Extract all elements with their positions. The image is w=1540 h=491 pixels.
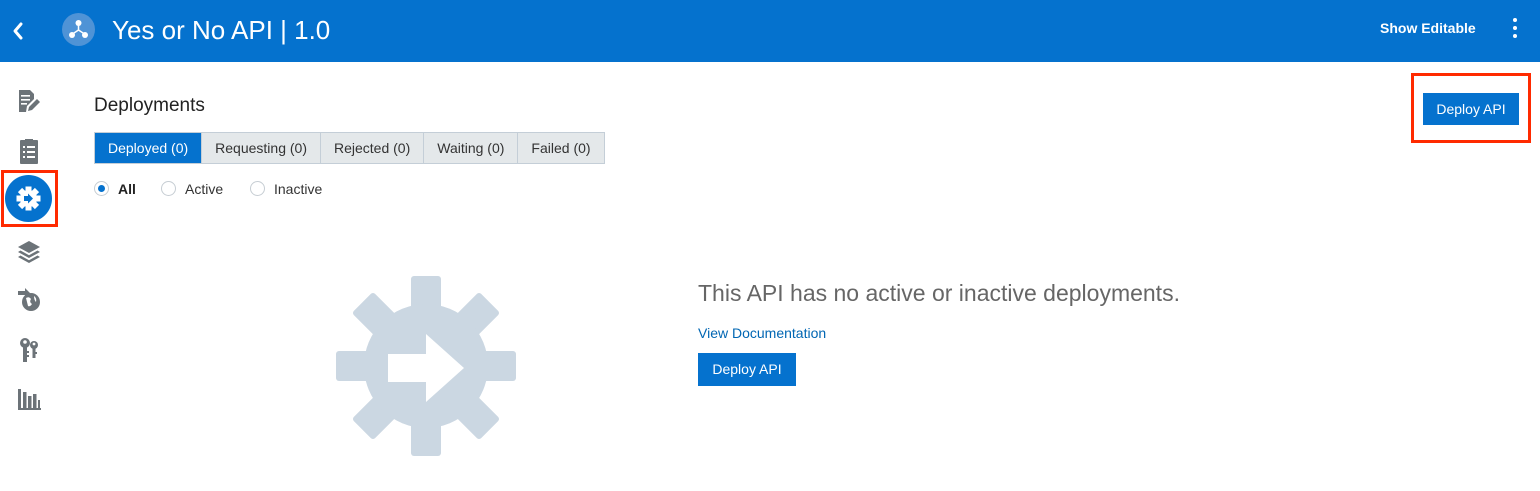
chevron-left-icon	[13, 22, 23, 40]
sidebar-item-publication[interactable]	[13, 283, 45, 315]
deploy-api-button[interactable]: Deploy API	[1423, 93, 1519, 125]
filter-active-label: Active	[185, 181, 224, 197]
filter-all-label: All	[118, 181, 136, 197]
tab-requesting[interactable]: Requesting (0)	[202, 133, 321, 163]
back-button[interactable]	[8, 18, 30, 44]
filter-inactive-radio[interactable]: Inactive	[250, 180, 330, 198]
filter-inactive-label: Inactive	[274, 181, 323, 197]
sidebar-item-layers[interactable]	[13, 235, 45, 267]
kebab-menu-icon	[1513, 18, 1517, 22]
api-title: Yes or No API | 1.0	[112, 15, 331, 45]
tab-deployed[interactable]: Deployed (0)	[95, 133, 203, 163]
page-title: Deployments	[94, 95, 205, 116]
api-nodes-icon	[69, 20, 88, 38]
deploy-gear-arrow-icon	[336, 276, 516, 456]
sidebar-item-analytics[interactable]	[13, 382, 45, 414]
grants-keys-icon	[20, 338, 38, 362]
tab-waiting[interactable]: Waiting (0)	[424, 133, 519, 163]
kebab-menu-button[interactable]	[1508, 16, 1522, 40]
empty-state-deploy-api-button[interactable]: Deploy API	[698, 353, 796, 386]
tab-failed[interactable]: Failed (0)	[518, 133, 604, 163]
sidebar-item-api-definition[interactable]	[13, 85, 45, 117]
radio-unselected-icon	[250, 181, 265, 196]
top-header-bar: Yes or No API | 1.0 Show Editable	[0, 0, 1540, 62]
empty-state-message: This API has no active or inactive deplo…	[698, 280, 1180, 306]
radio-unselected-icon	[161, 181, 176, 196]
analytics-bar-chart-icon	[18, 389, 41, 410]
filter-active-radio[interactable]: Active	[161, 180, 231, 198]
show-editable-toggle[interactable]: Show Editable	[1380, 19, 1476, 37]
filter-all-radio[interactable]: All	[94, 180, 144, 198]
sidebar-item-grants[interactable]	[13, 333, 45, 365]
tab-rejected[interactable]: Rejected (0)	[320, 133, 425, 163]
api-implementation-icon	[20, 139, 38, 164]
radio-selected-icon	[94, 181, 109, 196]
sidebar-item-api-implementation[interactable]	[13, 135, 45, 167]
document-edit-icon	[19, 90, 40, 112]
api-logo	[62, 13, 95, 46]
sidebar-highlight-box	[1, 170, 58, 227]
view-documentation-link[interactable]: View Documentation	[698, 324, 826, 342]
deployment-status-tabs: Deployed (0) Requesting (0) Rejected (0)…	[94, 132, 605, 164]
layers-icon	[18, 241, 40, 263]
publish-globe-icon	[18, 288, 40, 311]
